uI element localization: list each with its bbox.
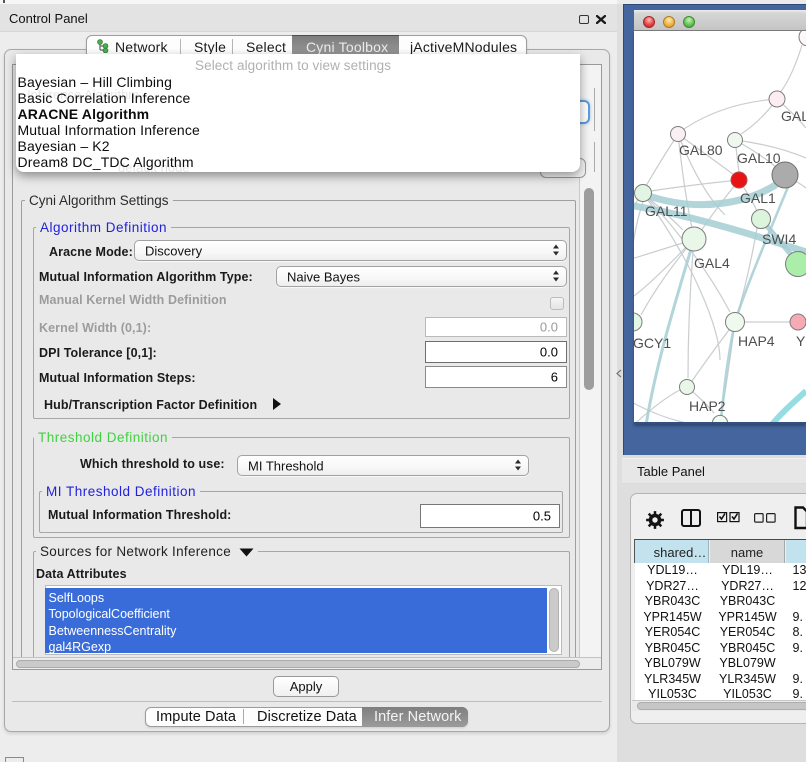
svg-text:GAL1: GAL1 bbox=[740, 190, 776, 206]
svg-text:GAL80: GAL80 bbox=[679, 142, 723, 158]
svg-text:Y: Y bbox=[796, 333, 806, 349]
svg-text:GCY1: GCY1 bbox=[634, 335, 671, 351]
svg-text:GAL11: GAL11 bbox=[645, 203, 688, 219]
svg-text:GAL: GAL bbox=[781, 108, 806, 124]
svg-text:GAL10: GAL10 bbox=[737, 150, 781, 166]
svg-text:HAP2: HAP2 bbox=[689, 398, 726, 414]
svg-text:GAL4: GAL4 bbox=[694, 255, 730, 271]
svg-text:SWI4: SWI4 bbox=[762, 231, 796, 247]
svg-text:HAP4: HAP4 bbox=[738, 333, 775, 349]
